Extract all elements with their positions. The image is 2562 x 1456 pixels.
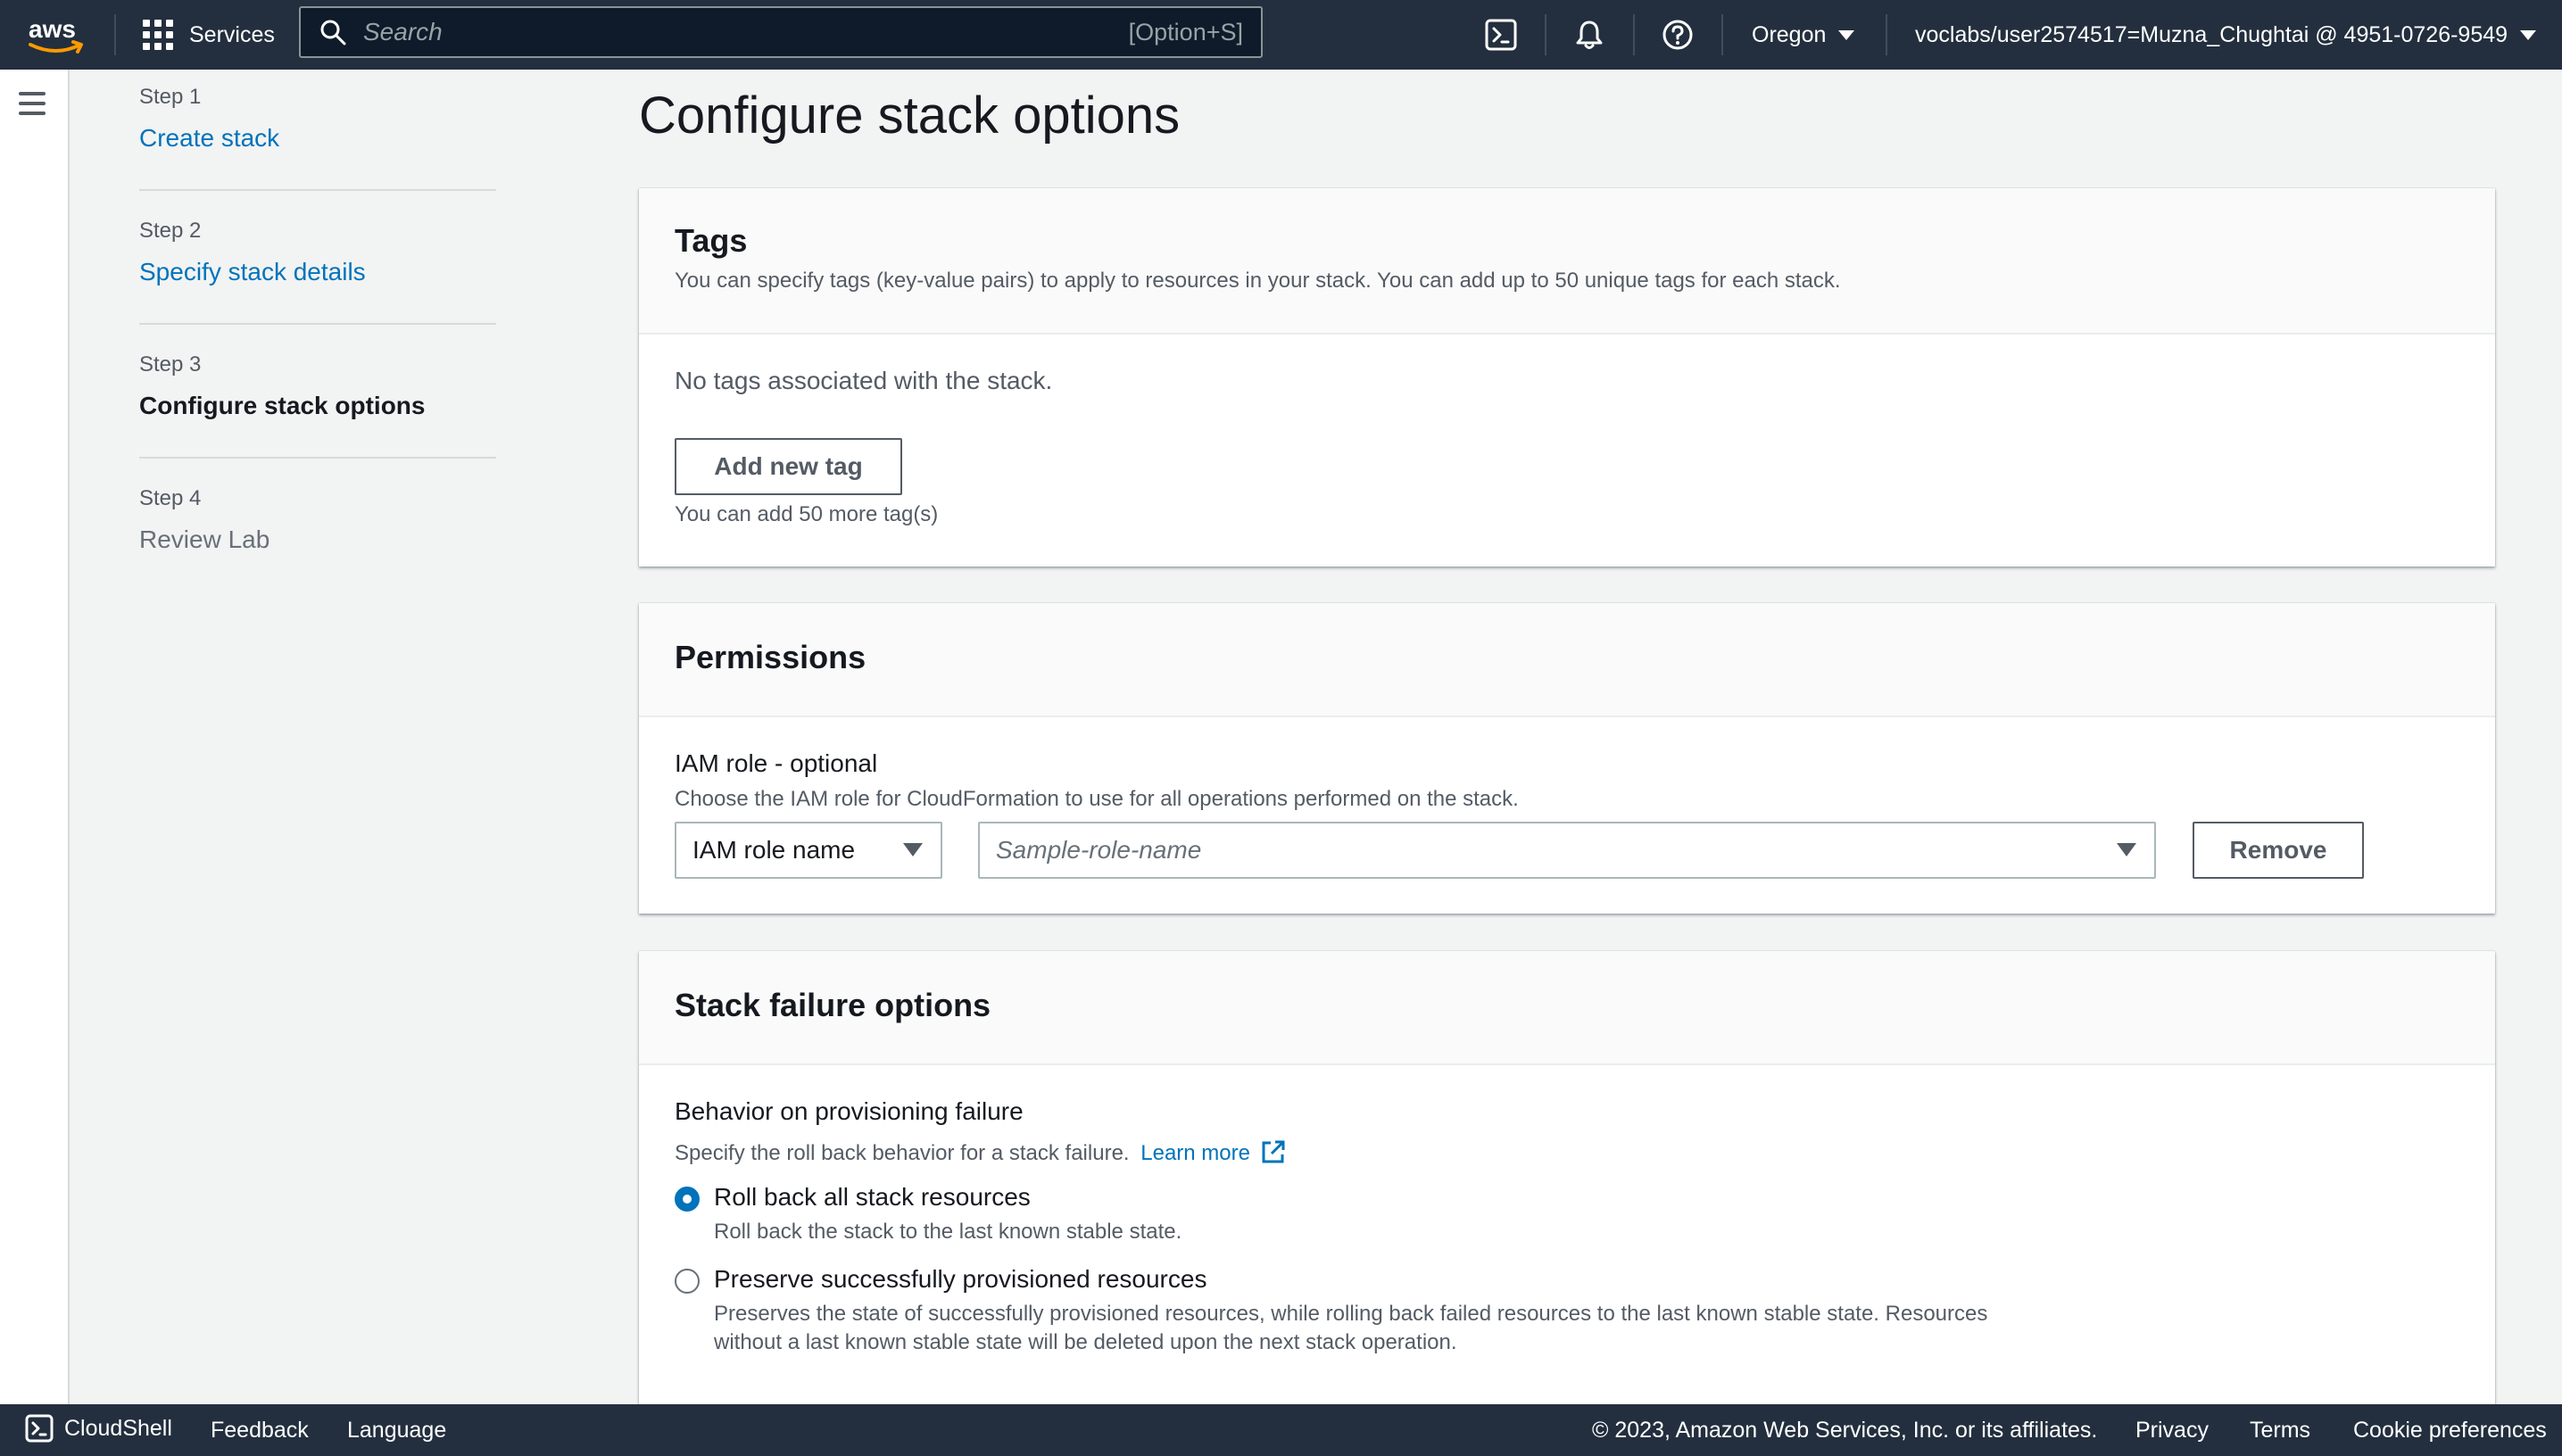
behavior-description: Specify the roll back behavior for a sta…: [675, 1141, 1130, 1165]
language-link[interactable]: Language: [347, 1418, 446, 1444]
copyright-text: © 2023, Amazon Web Services, Inc. or its…: [1592, 1418, 2098, 1443]
nav-divider: [1633, 14, 1635, 55]
step-number: Step 2: [139, 219, 202, 243]
cloudshell-icon: [25, 1414, 54, 1443]
services-grid-icon: [143, 20, 173, 50]
cloudshell-icon: [1485, 19, 1517, 51]
wizard-step-1: Step 1 Create stack: [139, 85, 496, 219]
caret-down-icon: [903, 843, 923, 856]
iam-role-type-select[interactable]: IAM role name: [675, 822, 942, 879]
add-new-tag-button[interactable]: Add new tag: [675, 438, 902, 495]
behavior-label: Behavior on provisioning failure: [675, 1097, 1024, 1125]
notifications-button[interactable]: [1570, 15, 1609, 54]
step-number: Step 4: [139, 486, 202, 510]
preserve-resources-description-line-2: without a last known stable state will b…: [714, 1330, 1457, 1354]
nav-divider: [1545, 14, 1546, 55]
iam-role-description: Choose the IAM role for CloudFormation t…: [675, 787, 1519, 811]
learn-more-link[interactable]: Learn more: [1140, 1140, 1286, 1165]
no-tags-text: No tags associated with the stack.: [675, 367, 1053, 394]
tags-description: You can specify tags (key-value pairs) t…: [675, 269, 1841, 293]
iam-role-name-placeholder: Sample-role-name: [996, 836, 1202, 864]
top-navigation: aws Services [Option+S]: [0, 0, 2562, 70]
rollback-all-description: Roll back the stack to the last known st…: [714, 1220, 1182, 1244]
step-current-configure-stack-options: Configure stack options: [139, 392, 426, 419]
divider: [139, 189, 496, 191]
permissions-panel: Permissions IAM role - optional Choose t…: [639, 603, 2495, 914]
stack-failure-panel-header: Stack failure options: [639, 951, 2495, 1065]
stack-failure-title: Stack failure options: [675, 987, 991, 1023]
behavior-description-row: Specify the roll back behavior for a sta…: [675, 1138, 1287, 1166]
caret-down-icon: [2520, 29, 2537, 40]
learn-more-label: Learn more: [1140, 1141, 1250, 1165]
search-input[interactable]: [363, 18, 1129, 46]
external-link-icon: [1262, 1140, 1285, 1163]
services-label: Services: [189, 21, 275, 47]
caret-down-icon: [2117, 843, 2136, 856]
permissions-title: Permissions: [675, 639, 866, 675]
stack-failure-panel: Stack failure options Behavior on provis…: [639, 951, 2495, 1415]
tags-title: Tags: [675, 222, 748, 259]
step-link-specify-stack-details[interactable]: Specify stack details: [139, 258, 366, 286]
help-icon: [1662, 20, 1693, 50]
caret-down-icon: [1838, 29, 1855, 40]
cookie-preferences-link[interactable]: Cookie preferences: [2353, 1418, 2547, 1444]
cloudshell-nav-button[interactable]: [1481, 15, 1521, 54]
wizard-steps: Step 1 Create stack Step 2 Specify stack…: [139, 85, 496, 620]
page-title: Configure stack options: [639, 87, 1181, 145]
account-label: voclabs/user2574517=Muzna_Chughtai @ 495…: [1915, 21, 2508, 47]
services-menu-button[interactable]: Services: [143, 14, 275, 55]
remove-role-button[interactable]: Remove: [2193, 822, 2364, 879]
wizard-step-3: Step 3 Configure stack options: [139, 352, 496, 486]
tags-panel: Tags You can specify tags (key-value pai…: [639, 188, 2495, 567]
step-review-lab: Review Lab: [139, 525, 270, 553]
divider: [139, 323, 496, 325]
feedback-link[interactable]: Feedback: [211, 1418, 309, 1444]
rollback-all-radio[interactable]: [675, 1187, 700, 1212]
privacy-link[interactable]: Privacy: [2135, 1418, 2209, 1444]
nav-divider: [1721, 14, 1723, 55]
side-rail: [0, 70, 70, 1404]
terms-link[interactable]: Terms: [2250, 1418, 2310, 1444]
cloudshell-label: CloudShell: [64, 1415, 172, 1441]
rollback-all-label[interactable]: Roll back all stack resources: [714, 1183, 1031, 1212]
preserve-resources-description-line-1: Preserves the state of successfully prov…: [714, 1302, 1988, 1326]
cloudshell-footer-button[interactable]: CloudShell: [25, 1414, 172, 1443]
permissions-panel-header: Permissions: [639, 603, 2495, 717]
step-number: Step 1: [139, 85, 202, 109]
iam-role-label: IAM role - optional: [675, 749, 878, 777]
wizard-step-2: Step 2 Specify stack details: [139, 219, 496, 352]
wizard-step-4: Step 4 Review Lab: [139, 486, 496, 620]
preserve-resources-label[interactable]: Preserve successfully provisioned resour…: [714, 1265, 1206, 1294]
help-button[interactable]: [1658, 15, 1697, 54]
nav-divider: [114, 14, 116, 55]
bell-icon: [1576, 21, 1603, 49]
iam-role-name-select[interactable]: Sample-role-name: [978, 822, 2156, 879]
nav-divider: [1886, 14, 1887, 55]
preserve-resources-radio[interactable]: [675, 1269, 700, 1294]
account-menu[interactable]: voclabs/user2574517=Muzna_Chughtai @ 495…: [1915, 14, 2537, 55]
iam-role-type-value: IAM role name: [692, 836, 856, 864]
step-link-create-stack[interactable]: Create stack: [139, 124, 279, 153]
region-selector[interactable]: Oregon: [1752, 14, 1855, 55]
search-bar[interactable]: [Option+S]: [299, 6, 1263, 58]
search-icon: [320, 20, 346, 46]
divider: [139, 457, 496, 459]
tags-remaining-text: You can add 50 more tag(s): [675, 502, 939, 526]
console-footer: CloudShell Feedback Language © 2023, Ama…: [0, 1404, 2562, 1456]
tags-panel-header: Tags You can specify tags (key-value pai…: [639, 188, 2495, 335]
menu-icon[interactable]: [19, 92, 46, 115]
aws-logo[interactable]: aws: [27, 12, 86, 57]
aws-logo-text: aws: [29, 15, 76, 43]
search-shortcut-hint: [Option+S]: [1128, 18, 1243, 46]
region-label: Oregon: [1752, 21, 1827, 47]
step-number: Step 3: [139, 352, 202, 376]
